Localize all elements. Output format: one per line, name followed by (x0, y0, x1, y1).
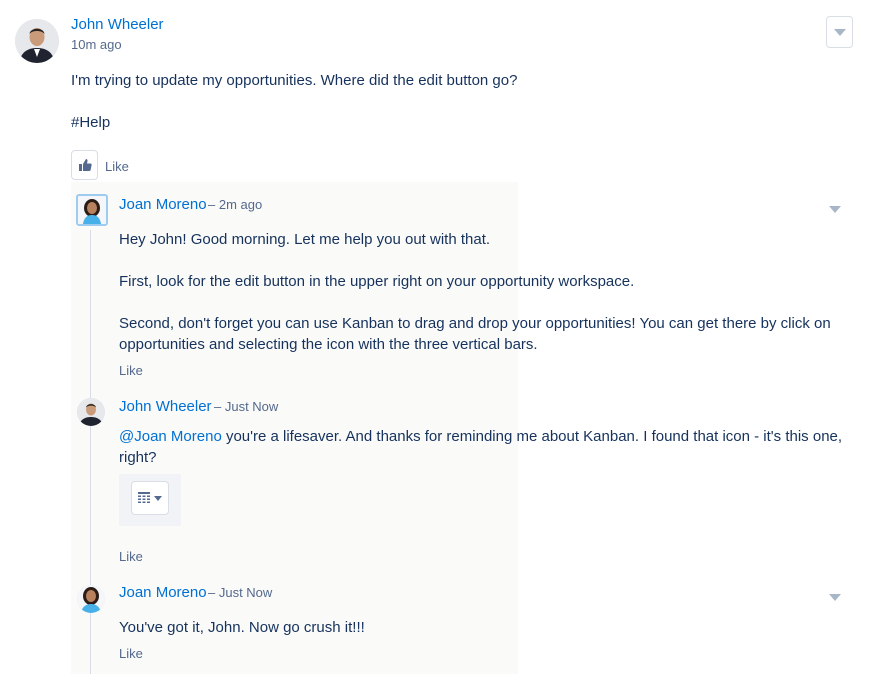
comment-text: You've got it, John. Now go crush it!!! (119, 619, 365, 636)
comment-menu-button[interactable] (829, 594, 841, 601)
comment-text-body: you're a lifesaver. And thanks for remin… (119, 428, 843, 466)
chevron-down-icon (154, 495, 162, 501)
post-timestamp[interactable]: 10m ago (71, 37, 122, 52)
comment-attachment (119, 474, 181, 526)
thumbs-up-icon (78, 159, 92, 171)
list-view-button[interactable] (131, 481, 169, 515)
post-menu-button[interactable] (826, 16, 853, 48)
like-button[interactable] (71, 150, 98, 180)
comment-author[interactable]: Joan Moreno (119, 584, 207, 601)
comment-avatar-joan[interactable] (77, 585, 105, 613)
like-label[interactable]: Like (105, 159, 129, 174)
comment-like-link[interactable]: Like (119, 646, 143, 661)
comment-author[interactable]: John Wheeler (119, 398, 212, 415)
chevron-down-icon (829, 206, 841, 213)
user-mention[interactable]: @Joan Moreno (119, 428, 222, 445)
comment-text: @Joan Moreno you're a lifesaver. And tha… (119, 426, 844, 468)
post-author-avatar[interactable] (15, 19, 59, 63)
comment-timestamp[interactable]: – Just Now (208, 585, 272, 600)
comment-menu-button[interactable] (829, 206, 841, 213)
comment-timestamp[interactable]: – 2m ago (208, 197, 262, 212)
table-grid-icon (138, 492, 150, 503)
comment-avatar-joan[interactable] (76, 194, 108, 226)
post-author-name[interactable]: John Wheeler (71, 16, 164, 33)
comment-avatar-john[interactable] (77, 398, 105, 426)
chevron-down-icon (833, 28, 846, 36)
comment-paragraph: Second, don't forget you can use Kanban … (119, 315, 831, 353)
comment-author[interactable]: Joan Moreno (119, 196, 207, 213)
comment-timestamp[interactable]: – Just Now (214, 399, 278, 414)
post-hashtag[interactable]: #Help (71, 114, 110, 131)
comment-like-link[interactable]: Like (119, 549, 143, 564)
comment-paragraph: Hey John! Good morning. Let me help you … (119, 231, 491, 248)
post-body: I'm trying to update my opportunities. W… (71, 72, 518, 89)
comment-like-link[interactable]: Like (119, 363, 143, 378)
chevron-down-icon (829, 594, 841, 601)
comment-paragraph: First, look for the edit button in the u… (119, 273, 635, 290)
